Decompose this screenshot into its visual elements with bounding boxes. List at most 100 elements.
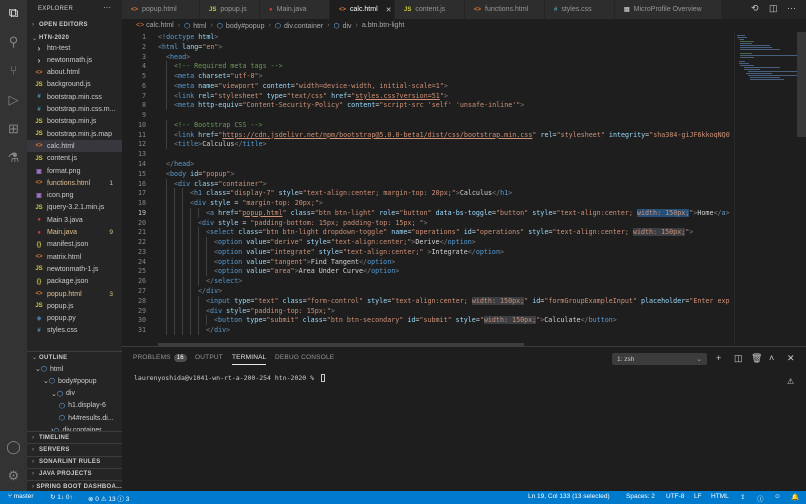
close-panel-icon[interactable]: ✕ (787, 353, 795, 364)
breadcrumb-item[interactable]: ⬡ div.container (275, 22, 323, 30)
breadcrumb-item[interactable]: ⬡ body#popup (217, 22, 265, 30)
search-icon[interactable]: ⚲ (5, 33, 22, 50)
tab-terminal[interactable]: TERMINAL (232, 354, 267, 365)
compare-icon[interactable]: ⟲ (751, 3, 759, 14)
run-debug-icon[interactable]: ▷ (5, 91, 22, 108)
tab-popup-js[interactable]: JS popup.js (200, 0, 260, 19)
file-item[interactable]: <> functions.html 1 (27, 177, 122, 189)
breadcrumb-item[interactable]: ⬡ html (184, 22, 206, 30)
code-line: 21 <select class="btn btn-light dropdown-… (122, 227, 734, 238)
scrollbar-thumb[interactable] (797, 32, 806, 137)
tab-content-js[interactable]: JS content.js (395, 0, 465, 19)
tab-popup-html[interactable]: <> popup.html (122, 0, 200, 19)
file-item[interactable]: <> popup.html 3 (27, 288, 122, 300)
file-item[interactable]: JS content.js (27, 153, 122, 165)
file-item[interactable]: JS popup.js (27, 300, 122, 312)
tab-output[interactable]: OUTPUT (195, 354, 223, 361)
file-item[interactable]: › newtonmath.js (27, 54, 122, 66)
indent-guide (198, 295, 199, 306)
indent-guide (206, 237, 207, 248)
outline-item[interactable]: ⌄ ⬡ html (35, 363, 63, 375)
tab-styles-css[interactable]: # styles.css (545, 0, 615, 19)
outline-item[interactable]: ⬡ h4#results.di... (59, 412, 114, 424)
files-icon[interactable]: ⧉ (5, 4, 22, 21)
language-mode[interactable]: HTML (711, 493, 729, 500)
feedback-icon[interactable]: ☺ (774, 493, 781, 500)
outline-section[interactable]: ⌄ OUTLINE (27, 351, 122, 363)
indentation[interactable]: Spaces: 2 (626, 493, 655, 500)
file-item[interactable]: JS bootstrap.min.js (27, 116, 122, 128)
breadcrumb-item[interactable]: a.btn.btn-light (362, 22, 404, 29)
file-item[interactable]: JS background.js (27, 79, 122, 91)
sidebar-section[interactable]: › TIMELINE (27, 431, 122, 443)
sidebar-section[interactable]: › SERVERS (27, 443, 122, 456)
split-editor-icon[interactable]: ◫ (769, 3, 778, 14)
extensions-icon[interactable]: ⊞ (5, 120, 22, 137)
file-item[interactable]: <> calc.html (27, 140, 122, 153)
settings-gear-icon[interactable]: ⚙ (5, 467, 22, 484)
maximize-panel-icon[interactable]: ˄ (769, 353, 774, 363)
file-item[interactable]: {} manifest.json (27, 239, 122, 251)
notifications-bell-icon[interactable]: 🔔 (791, 493, 799, 501)
tab-problems[interactable]: PROBLEMS 16 (133, 354, 187, 362)
sidebar-section[interactable]: › SONARLINT RULES (27, 455, 122, 468)
testing-icon[interactable]: ⚗ (5, 149, 22, 166)
outline-item[interactable]: ⌄ ⬡ body#popup (43, 375, 97, 387)
account-icon[interactable]: ◯ (5, 438, 22, 455)
info-icon[interactable]: ⓘ (757, 493, 764, 503)
terminal-output[interactable]: laurenyoshida@v1041-wn-rt-a-200-254 htn-… (134, 374, 325, 382)
line-ending[interactable]: LF (694, 493, 702, 500)
code-token: name (198, 81, 215, 90)
tab-calc-html[interactable]: <> calc.html ✕ (330, 0, 395, 19)
file-item[interactable]: <> matrix.html (27, 251, 122, 263)
file-item[interactable]: # styles.css (27, 325, 122, 337)
breadcrumb-item[interactable]: <> calc.html (136, 22, 174, 29)
problems-indicator[interactable]: ⊗ 0 ⚠ 13 ⓘ 3 (88, 493, 129, 503)
file-item[interactable]: ◆ popup.py (27, 313, 122, 325)
tab-debug-console[interactable]: DEBUG CONSOLE (275, 354, 334, 361)
live-share-icon[interactable]: ⇪ (740, 493, 745, 501)
terminal-select[interactable]: 1: zsh ⌄ (612, 353, 707, 365)
more-actions-icon[interactable]: ··· (787, 3, 796, 13)
file-item[interactable]: › htn-test (27, 42, 122, 54)
tab-main-java[interactable]: ● Main.java (260, 0, 330, 19)
code-token: href (331, 91, 348, 100)
file-item[interactable]: ● Main.java 9 (27, 227, 122, 239)
breadcrumb-item[interactable]: ⬡ div (333, 22, 351, 30)
sync-indicator[interactable]: ↻ 1↓ 0↑ (50, 493, 73, 501)
code-line: 13 (122, 149, 734, 159)
sidebar-section[interactable]: › SPRING BOOT DASHBOA... (27, 480, 122, 491)
code-token: </ (166, 160, 175, 168)
file-item[interactable]: {} package.json (27, 276, 122, 288)
tab-microprofile-overview[interactable]: ▤ MicroProfile Overview (615, 0, 722, 19)
file-item[interactable]: # bootstrap.min.css (27, 91, 122, 103)
source-control-icon[interactable]: ⑂ (5, 62, 22, 79)
file-item[interactable]: <> about.html (27, 67, 122, 79)
tab-functions-html[interactable]: <> functions.html (465, 0, 545, 19)
outline-item[interactable]: ⬡ h1.display-6 (59, 400, 106, 412)
close-icon[interactable]: ✕ (386, 6, 392, 14)
encoding[interactable]: UTF-8 (666, 493, 684, 500)
file-item[interactable]: ▣ icon.png (27, 190, 122, 202)
code-editor[interactable]: 1 <!doctype html> 2 <html lang="en"> 3 <head>… (122, 32, 734, 345)
new-terminal-icon[interactable]: + (716, 353, 721, 363)
file-item[interactable]: JS bootstrap.min.js.map (27, 128, 122, 140)
outline-item[interactable]: ⌄ ⬡ div (51, 388, 75, 400)
file-item[interactable]: JS jquery-3.2.1.min.js (27, 202, 122, 214)
file-item[interactable]: JS newtonmath-1.js (27, 263, 122, 275)
code-token: > (218, 287, 223, 296)
code-token: "derive" (270, 238, 303, 247)
more-actions-icon[interactable]: ··· (103, 3, 111, 12)
code-line: 18 <div style = "margin-top: 20px;"> (122, 198, 734, 209)
cursor-position[interactable]: Ln 19, Col 133 (13 selected) (528, 493, 610, 500)
branch-indicator[interactable]: ⑂ master (8, 493, 34, 500)
sidebar-section[interactable]: › JAVA PROJECTS (27, 467, 122, 480)
line-number: 28 (137, 296, 146, 305)
minimap[interactable] (734, 32, 798, 345)
file-item[interactable]: ● Main 3.java (27, 214, 122, 226)
split-terminal-icon[interactable]: ◫ (734, 353, 743, 364)
file-item[interactable]: # bootstrap.min.css.m... (27, 104, 122, 116)
file-item[interactable]: ▣ format.png (27, 165, 122, 177)
trash-icon[interactable]: 🗑 (751, 353, 762, 364)
open-editors-section[interactable]: › OPEN EDITORS (27, 19, 122, 31)
